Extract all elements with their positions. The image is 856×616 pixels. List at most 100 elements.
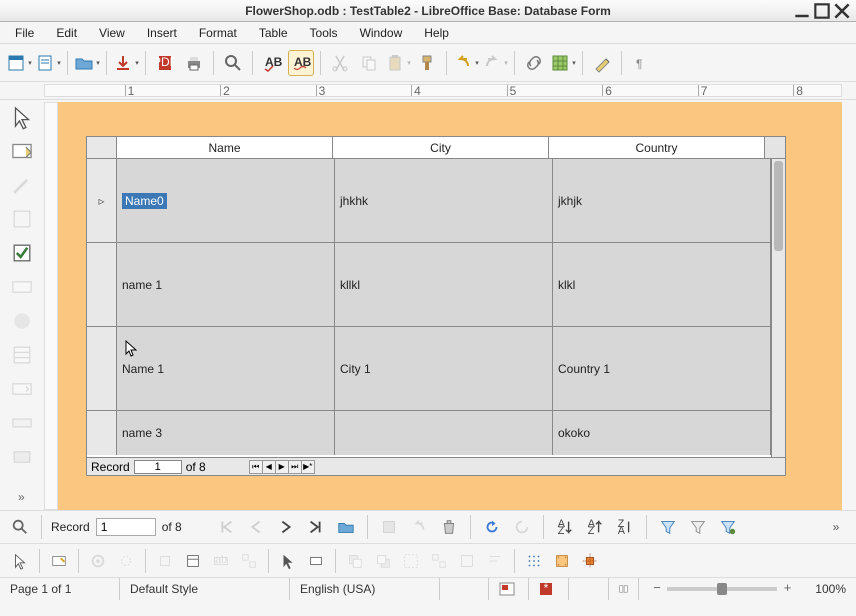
status-page[interactable]: Page 1 of 1 (0, 578, 120, 600)
autospell-button[interactable]: AB (288, 50, 314, 76)
auto-control-focus-button[interactable] (304, 549, 328, 573)
form-navigator-button[interactable] (181, 549, 205, 573)
cell-name[interactable]: name 1 (117, 243, 335, 326)
hyperlink-button[interactable] (521, 50, 547, 76)
page-canvas[interactable]: Name City Country ▹ Name0 jhkhk jkhjk (58, 102, 842, 510)
status-zoom[interactable]: 100% (805, 578, 856, 600)
design-mode-toggle[interactable] (47, 549, 71, 573)
delete-record-button[interactable] (437, 515, 461, 539)
find-button[interactable] (220, 50, 246, 76)
menu-edit[interactable]: Edit (47, 23, 86, 43)
cell-city[interactable] (335, 411, 553, 455)
select-tool-2[interactable] (8, 549, 32, 573)
status-signature[interactable] (569, 578, 609, 600)
column-header-name[interactable]: Name (117, 137, 333, 159)
cell-country[interactable]: jkhjk (553, 159, 771, 242)
column-header-city[interactable]: City (333, 137, 549, 159)
row-selector[interactable] (87, 411, 117, 455)
templates-button[interactable] (35, 50, 61, 76)
last-record-button[interactable]: ⏭ (288, 460, 302, 474)
table-vscrollbar[interactable] (771, 159, 785, 457)
find-record-button[interactable] (8, 515, 32, 539)
select-tool[interactable] (9, 104, 35, 130)
menu-table[interactable]: Table (250, 23, 297, 43)
new-button[interactable] (6, 50, 32, 76)
clone-formatting-button[interactable] (414, 50, 440, 76)
refresh-control-button[interactable] (510, 515, 534, 539)
select-all-corner[interactable] (87, 137, 117, 159)
menu-window[interactable]: Window (351, 23, 412, 43)
prev-record-button[interactable]: ◀ (262, 460, 276, 474)
maximize-button[interactable] (812, 3, 832, 19)
save-record-button[interactable] (377, 515, 401, 539)
minimize-button[interactable] (792, 3, 812, 19)
menu-insert[interactable]: Insert (138, 23, 186, 43)
horizontal-ruler[interactable]: 1 2 3 4 5 6 7 8 (44, 84, 842, 97)
cell-city[interactable]: jhkhk (335, 159, 553, 242)
first-record-button[interactable]: ⏮ (249, 460, 263, 474)
column-header-country[interactable]: Country (549, 137, 765, 159)
status-selection-mode[interactable] (489, 578, 529, 600)
cell-name[interactable]: Name0 (117, 159, 335, 242)
menu-format[interactable]: Format (190, 23, 246, 43)
nav-record-input[interactable] (96, 518, 156, 536)
next-record-button[interactable]: ▶ (275, 460, 289, 474)
cell-country[interactable]: okoko (553, 411, 771, 455)
undo-button[interactable] (453, 50, 479, 76)
snap-to-grid-button[interactable] (550, 549, 574, 573)
menu-view[interactable]: View (90, 23, 134, 43)
menu-help[interactable]: Help (415, 23, 458, 43)
nav-first-button[interactable] (214, 515, 238, 539)
status-doc-modified[interactable]: * (529, 578, 569, 600)
nav-last-button[interactable] (304, 515, 328, 539)
cell-city[interactable]: kllkl (335, 243, 553, 326)
open-design-button[interactable] (276, 549, 300, 573)
save-button[interactable] (113, 50, 139, 76)
close-button[interactable] (832, 3, 852, 19)
display-grid-button[interactable] (522, 549, 546, 573)
status-insert-mode[interactable] (440, 578, 489, 600)
toolbar-expand-chevron[interactable]: » (18, 490, 25, 504)
record-number-input[interactable] (134, 460, 182, 474)
insert-table-button[interactable] (550, 50, 576, 76)
formatting-marks-button[interactable]: ¶ (628, 50, 654, 76)
vertical-ruler[interactable] (44, 102, 58, 510)
nav-new-record-button[interactable] (334, 515, 358, 539)
status-style[interactable]: Default Style (120, 578, 290, 600)
undo-entry-button[interactable] (407, 515, 431, 539)
sort-asc-button[interactable]: AZ (553, 515, 577, 539)
guides-when-moving-button[interactable] (578, 549, 602, 573)
spellcheck-button[interactable]: AB (259, 50, 285, 76)
autofilter-button[interactable] (656, 515, 680, 539)
row-selector[interactable] (87, 243, 117, 326)
export-pdf-button[interactable]: PDF (152, 50, 178, 76)
cell-name[interactable]: Name 1 (117, 327, 335, 410)
new-record-button[interactable]: ▶* (301, 460, 315, 474)
design-mode-button[interactable] (9, 138, 35, 164)
checkbox-control[interactable] (9, 240, 35, 266)
nav-next-button[interactable] (274, 515, 298, 539)
toolbar-overflow-chevron[interactable]: » (824, 515, 848, 539)
sort-button[interactable]: ZA (613, 515, 637, 539)
more-controls-button (9, 444, 35, 470)
cell-country[interactable]: klkl (553, 243, 771, 326)
row-selector[interactable] (87, 327, 117, 410)
row-selector[interactable]: ▹ (87, 159, 117, 242)
menu-tools[interactable]: Tools (301, 23, 347, 43)
apply-filter-button[interactable] (686, 515, 710, 539)
open-button[interactable] (74, 50, 100, 76)
zoom-slider[interactable] (667, 587, 777, 591)
form-filter-button[interactable] (716, 515, 740, 539)
status-view-layout[interactable] (609, 578, 639, 600)
cell-city[interactable]: City 1 (335, 327, 553, 410)
svg-text:ab: ab (215, 553, 227, 565)
print-button[interactable] (181, 50, 207, 76)
menu-file[interactable]: File (6, 23, 43, 43)
cell-name[interactable]: name 3 (117, 411, 335, 455)
cell-country[interactable]: Country 1 (553, 327, 771, 410)
status-language[interactable]: English (USA) (290, 578, 440, 600)
nav-prev-button[interactable] (244, 515, 268, 539)
refresh-button[interactable] (480, 515, 504, 539)
sort-desc-button[interactable]: AZ (583, 515, 607, 539)
show-draw-functions-button[interactable] (589, 50, 615, 76)
